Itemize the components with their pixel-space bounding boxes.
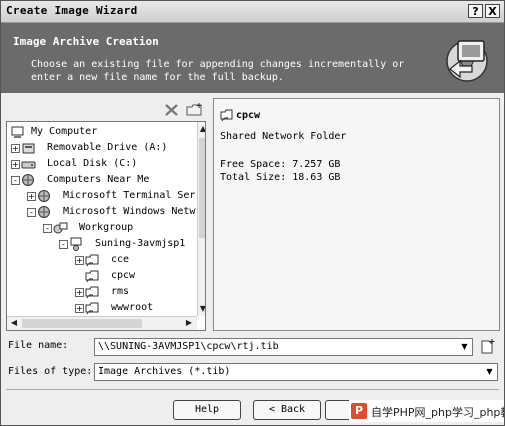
chevron-down-icon[interactable]: ▼ — [458, 340, 471, 354]
scroll-right-arrow-icon[interactable]: ▶ — [183, 317, 195, 329]
wizard-banner: Image Archive Creation Choose an existin… — [1, 23, 504, 93]
shared-folder-icon — [85, 270, 99, 283]
shared-folder-icon — [220, 109, 233, 122]
network-globe-icon — [38, 190, 50, 202]
tree-node-label[interactable]: rms — [111, 284, 129, 300]
tree-node-label[interactable]: wwwroot — [111, 300, 153, 316]
new-file-icon[interactable] — [480, 339, 496, 355]
help-button[interactable]: Help — [173, 400, 241, 420]
create-image-wizard-window: Create Image Wizard ? X Image Archive Cr… — [0, 0, 505, 426]
new-folder-icon[interactable] — [186, 103, 204, 117]
banner-heading: Image Archive Creation — [13, 35, 159, 48]
shared-folder-icon — [85, 286, 99, 299]
window-title: Create Image Wizard — [6, 4, 138, 17]
tree-node-label[interactable]: My Computer — [31, 124, 97, 140]
info-total-size: Total Size: 18.63 GB — [220, 172, 341, 183]
collapse-icon[interactable]: - — [43, 224, 52, 233]
tree-node-label[interactable]: Removable Drive (A:) — [47, 140, 167, 156]
floppy-drive-icon — [22, 143, 35, 154]
banner-description-line2: enter a new file name for the full backu… — [31, 72, 284, 83]
tree-node-label[interactable]: Computers Near Me — [47, 172, 149, 188]
horizontal-scroll-thumb[interactable] — [22, 319, 142, 328]
watermark-text: 自学PHP网_php学习_php教 — [371, 406, 505, 419]
tree-node-label[interactable]: cpcw — [111, 268, 135, 284]
scroll-left-arrow-icon[interactable]: ◀ — [8, 317, 20, 329]
expand-icon[interactable]: + — [11, 144, 20, 153]
title-bar: Create Image Wizard ? X — [1, 1, 504, 23]
expand-icon[interactable]: + — [27, 192, 36, 201]
network-computer-icon — [70, 237, 82, 251]
tree-node-label[interactable]: Suning-3avmjsp1 — [95, 236, 185, 252]
backup-wizard-icon — [446, 40, 488, 82]
tree-node-label[interactable]: Local Disk (C:) — [47, 156, 137, 172]
files-of-type-value: Image Archives (*.tib) — [98, 366, 231, 377]
expand-icon[interactable]: + — [11, 160, 20, 169]
computer-icon — [11, 126, 24, 138]
info-panel: cpcw Shared Network Folder Free Space: 7… — [213, 98, 500, 331]
chevron-down-icon[interactable]: ▼ — [483, 365, 496, 379]
tree-node-label[interactable]: Microsoft Terminal Ser — [63, 188, 195, 204]
file-name-value[interactable]: \\SUNING-3AVMJSP1\cpcw\rtj.tib — [98, 341, 279, 352]
shared-folder-icon — [85, 254, 99, 267]
network-globe-icon — [38, 206, 50, 218]
folder-tree[interactable]: My Computer + Removable Drive (A:) + Local D… — [6, 121, 206, 331]
separator — [6, 389, 499, 390]
file-name-label: File name: — [8, 340, 69, 351]
collapse-icon[interactable]: - — [59, 240, 68, 249]
help-title-button[interactable]: ? — [468, 4, 483, 18]
scroll-up-arrow-icon[interactable]: ▲ — [197, 123, 205, 135]
expand-icon[interactable]: + — [75, 304, 84, 313]
files-of-type-select[interactable]: Image Archives (*.tib) ▼ — [94, 363, 498, 381]
shared-folder-icon — [85, 302, 99, 315]
info-name: cpcw — [236, 110, 261, 121]
info-free-space: Free Space: 7.257 GB — [220, 159, 341, 170]
hard-disk-icon — [21, 161, 36, 169]
files-of-type-label: Files of type: — [8, 366, 93, 377]
watermark: P 自学PHP网_php学习_php教 — [349, 400, 505, 422]
network-globe-icon — [22, 174, 34, 186]
expand-icon[interactable]: + — [75, 288, 84, 297]
delete-icon[interactable] — [164, 103, 180, 117]
vertical-scroll-thumb[interactable] — [199, 138, 205, 238]
file-name-input[interactable]: \\SUNING-3AVMJSP1\cpcw\rtj.tib ▼ — [94, 338, 473, 356]
back-button[interactable]: < Back — [253, 400, 321, 420]
workgroup-icon — [53, 222, 68, 234]
collapse-icon[interactable]: - — [27, 208, 36, 217]
info-type: Shared Network Folder — [220, 131, 347, 142]
tree-node-label[interactable]: cce — [111, 252, 129, 268]
tree-vertical-scrollbar[interactable]: ▲ ▼ — [197, 122, 205, 316]
watermark-logo: P — [351, 403, 367, 419]
scroll-down-arrow-icon[interactable]: ▼ — [197, 303, 205, 315]
banner-description-line1: Choose an existing file for appending ch… — [31, 59, 405, 70]
tree-horizontal-scrollbar[interactable]: ◀ ▶ — [7, 316, 197, 330]
tree-node-label[interactable]: Microsoft Windows Netw — [63, 204, 195, 220]
collapse-icon[interactable]: - — [11, 176, 20, 185]
close-button[interactable]: X — [485, 4, 500, 18]
tree-node-label[interactable]: Workgroup — [79, 220, 133, 236]
expand-icon[interactable]: + — [75, 256, 84, 265]
